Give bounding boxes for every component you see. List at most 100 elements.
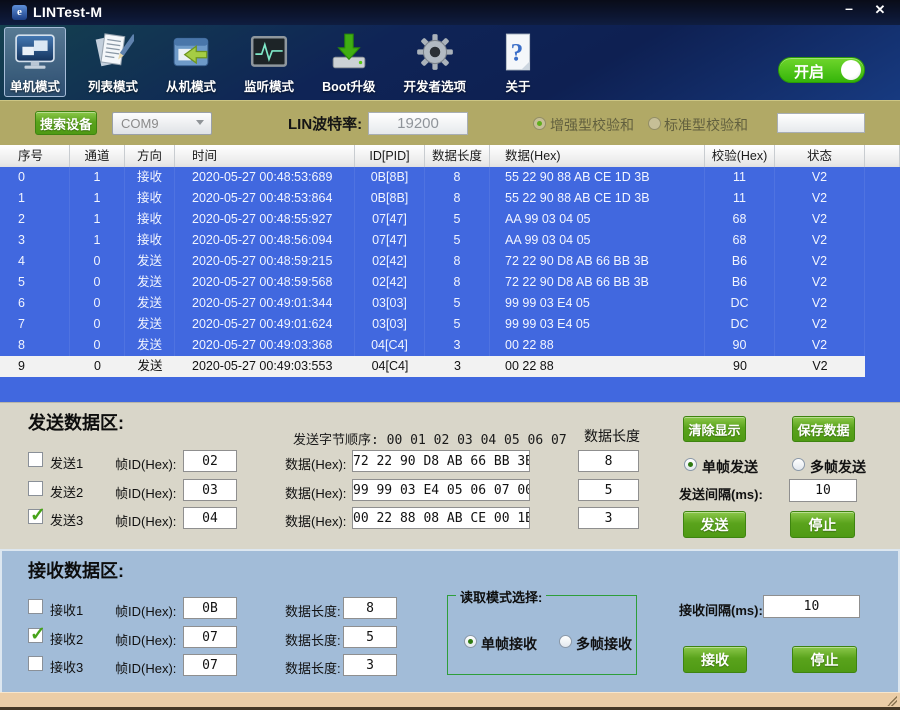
header-data-length[interactable]: 数据长度 xyxy=(425,145,490,167)
table-row[interactable]: 21接收2020-05-27 00:48:55:92707[47]5AA 99 … xyxy=(0,209,900,230)
table-row[interactable]: 11接收2020-05-27 00:48:53:8640B[8B]855 22 … xyxy=(0,188,900,209)
toolbar-item-label: 从机模式 xyxy=(166,76,216,95)
send-panel-title: 发送数据区: xyxy=(28,409,124,435)
send3-checkbox[interactable] xyxy=(28,509,43,524)
table-cell: 55 22 90 88 AB CE 1D 3B xyxy=(490,188,705,209)
table-cell: 0 xyxy=(70,293,125,314)
table-row[interactable]: 60发送2020-05-27 00:49:01:34403[03]599 99 … xyxy=(0,293,900,314)
search-device-button[interactable]: 搜索设备 xyxy=(35,111,97,135)
receive1-checkbox[interactable] xyxy=(28,599,43,614)
toolbar-item-list-mode[interactable]: 列表模式 xyxy=(82,27,144,97)
send-interval-field[interactable] xyxy=(789,479,857,502)
checksum-enhanced-radio[interactable] xyxy=(533,117,546,130)
header-status[interactable]: 状态 xyxy=(775,145,865,167)
send3-frame-id-field[interactable] xyxy=(183,507,237,529)
single-frame-send-label: 单帧发送 xyxy=(702,457,758,477)
multi-frame-send-radio[interactable] xyxy=(792,458,805,471)
table-row[interactable]: 01接收2020-05-27 00:48:53:6890B[8B]855 22 … xyxy=(0,167,900,188)
table-cell: 07[47] xyxy=(355,230,425,251)
send-stop-button[interactable]: 停止 xyxy=(790,511,855,538)
table-cell: 0 xyxy=(70,272,125,293)
table-row[interactable]: 90发送2020-05-27 00:49:03:55304[C4]300 22 … xyxy=(0,356,865,377)
receive3-length-field[interactable] xyxy=(343,654,397,676)
toolbar-item-standalone-mode[interactable]: 单机模式 xyxy=(4,27,66,97)
minimize-button[interactable]: – xyxy=(834,0,864,20)
header-checksum-hex[interactable]: 校验(Hex) xyxy=(705,145,775,167)
clear-display-button[interactable]: 清除显示 xyxy=(683,416,746,442)
table-row[interactable]: 31接收2020-05-27 00:48:56:09407[47]5AA 99 … xyxy=(0,230,900,251)
table-cell: 接收 xyxy=(125,230,175,251)
close-button[interactable]: ✕ xyxy=(866,0,894,20)
receive-button[interactable]: 接收 xyxy=(683,646,747,673)
table-cell: B6 xyxy=(705,251,775,272)
checksum-standard-radio[interactable] xyxy=(648,117,661,130)
table-row[interactable]: 50发送2020-05-27 00:48:59:56802[42]872 22 … xyxy=(0,272,900,293)
send1-length-field[interactable] xyxy=(578,450,639,472)
table-cell: 2020-05-27 00:48:53:689 xyxy=(175,167,355,188)
receive2-length-field[interactable] xyxy=(343,626,397,648)
header-data-hex[interactable]: 数据(Hex) xyxy=(490,145,705,167)
table-cell: 发送 xyxy=(125,272,175,293)
table-cell: B6 xyxy=(705,272,775,293)
table-cell: 0 xyxy=(70,335,125,356)
send3-data-field[interactable] xyxy=(352,507,530,529)
send-button[interactable]: 发送 xyxy=(683,511,746,538)
power-toggle-label: 开启 xyxy=(794,61,824,82)
receive2-frame-id-field[interactable] xyxy=(183,626,237,648)
table-cell: 5 xyxy=(425,209,490,230)
header-time[interactable]: 时间 xyxy=(175,145,355,167)
table-cell: 2020-05-27 00:48:55:927 xyxy=(175,209,355,230)
toolbar-item-about[interactable]: ? 关于 xyxy=(488,27,548,97)
com-port-select[interactable]: COM9 xyxy=(112,112,212,135)
table-cell: V2 xyxy=(775,209,865,230)
table-row[interactable]: 40发送2020-05-27 00:48:59:21502[42]872 22 … xyxy=(0,251,900,272)
table-cell: 1 xyxy=(70,188,125,209)
header-channel[interactable]: 通道 xyxy=(70,145,125,167)
toolbar-item-developer-options[interactable]: 开发者选项 xyxy=(398,27,473,97)
header-index[interactable]: 序号 xyxy=(0,145,70,167)
receive-stop-button[interactable]: 停止 xyxy=(792,646,857,673)
table-cell: 99 99 03 E4 05 xyxy=(490,293,705,314)
receive1-frame-id-field[interactable] xyxy=(183,597,237,619)
checksum-extra-field[interactable] xyxy=(777,113,865,133)
send1-checkbox[interactable] xyxy=(28,452,43,467)
resize-grip-icon[interactable] xyxy=(887,696,897,706)
single-frame-receive-radio[interactable] xyxy=(464,635,477,648)
table-row[interactable]: 70发送2020-05-27 00:49:01:62403[03]599 99 … xyxy=(0,314,900,335)
table-cell: 04[C4] xyxy=(355,335,425,356)
receive3-checkbox[interactable] xyxy=(28,656,43,671)
toolbar-item-listen-mode[interactable]: 监听模式 xyxy=(238,27,300,97)
receive-interval-field[interactable] xyxy=(763,595,860,618)
frame-id-label: 帧ID(Hex): xyxy=(115,511,176,530)
table-cell: 5 xyxy=(0,272,70,293)
save-data-button[interactable]: 保存数据 xyxy=(792,416,855,442)
table-cell: 02[42] xyxy=(355,272,425,293)
send3-length-field[interactable] xyxy=(578,507,639,529)
send2-data-field[interactable] xyxy=(352,479,530,501)
toolbar-item-slave-mode[interactable]: 从机模式 xyxy=(160,27,222,97)
table-row[interactable]: 80发送2020-05-27 00:49:03:36804[C4]300 22 … xyxy=(0,335,900,356)
baud-rate-field[interactable] xyxy=(368,112,468,135)
header-id-pid[interactable]: ID[PID] xyxy=(355,145,425,167)
frame-id-label: 帧ID(Hex): xyxy=(115,454,176,473)
power-toggle[interactable]: 开启 xyxy=(778,57,865,83)
table-cell: 90 xyxy=(705,356,775,377)
toolbar-item-boot-upgrade[interactable]: Boot升级 xyxy=(316,27,381,97)
receive2-label: 接收2 xyxy=(50,629,83,648)
table-cell: 发送 xyxy=(125,251,175,272)
receive2-checkbox[interactable] xyxy=(28,628,43,643)
header-direction[interactable]: 方向 xyxy=(125,145,175,167)
send2-length-field[interactable] xyxy=(578,479,639,501)
send2-frame-id-field[interactable] xyxy=(183,479,237,501)
send1-data-field[interactable] xyxy=(352,450,530,472)
table-cell: 0B[8B] xyxy=(355,188,425,209)
receive3-frame-id-field[interactable] xyxy=(183,654,237,676)
table-cell: 68 xyxy=(705,209,775,230)
send2-label: 发送2 xyxy=(50,482,83,501)
receive1-length-field[interactable] xyxy=(343,597,397,619)
multi-frame-receive-radio[interactable] xyxy=(559,635,572,648)
send1-frame-id-field[interactable] xyxy=(183,450,237,472)
table-cell: 2 xyxy=(0,209,70,230)
single-frame-send-radio[interactable] xyxy=(684,458,697,471)
send2-checkbox[interactable] xyxy=(28,481,43,496)
